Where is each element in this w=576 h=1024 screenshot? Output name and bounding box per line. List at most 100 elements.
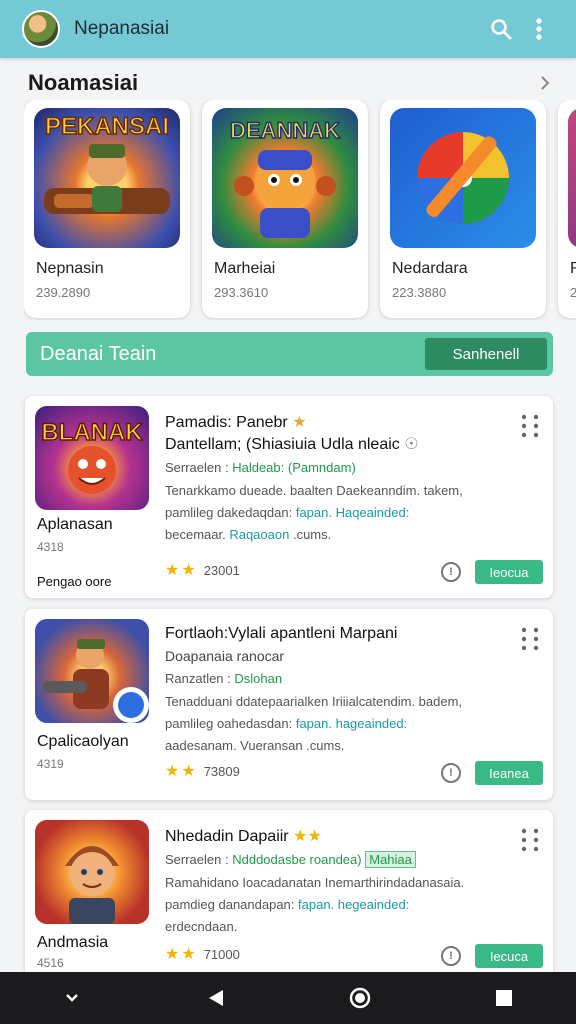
more-vertical-icon (521, 627, 539, 651)
item-description: Tenadduani ddatepaarialken Iriiialcatend… (165, 691, 513, 757)
app-thumbnail: BLANAK (35, 406, 149, 510)
featured-name: Ra (570, 260, 576, 277)
featured-card[interactable]: Nedardara 223.3880 (380, 100, 546, 318)
recents-square-icon (496, 990, 512, 1006)
banner-button[interactable]: Sanhenell (425, 338, 547, 370)
get-button[interactable]: Iecuca (475, 944, 543, 968)
back-triangle-icon (209, 990, 223, 1006)
game-avatar-icon[interactable] (22, 10, 60, 48)
item-content: Pamadis: Panebr ★ Dantellam; (Shiasiuia … (165, 412, 513, 546)
hero-art-icon: DEANNAK (229, 117, 341, 238)
star-badge-icon: ★★ (293, 828, 322, 845)
desc-line: erdecndaan. (165, 919, 238, 934)
nav-back-button[interactable] (186, 976, 246, 1020)
meta-value: Ndddodasbe roandea) (232, 852, 362, 867)
desc-line: pamdieg danandapan: fapan. hegeainded: (165, 894, 513, 916)
meta-label: Serraelen : (165, 460, 229, 475)
more-vertical-icon (521, 414, 539, 438)
list-item[interactable]: Cpalicaolyan 4319 Fortlaoh:Vylali apantl… (25, 609, 553, 800)
app-bar: Nepanasiai (0, 0, 576, 58)
app-logo-text: BLANAK (41, 419, 143, 446)
list-item[interactable]: BLANAK Aplanasan 4318 Pengao oore Pamadi… (25, 396, 553, 598)
item-subtitle: Dantellam; (Shiasiuia Udla nleaic ☉ (165, 434, 513, 456)
trophy-icon: ★ (292, 414, 307, 431)
featured-count: 223.3880 (392, 285, 447, 300)
more-vertical-icon (521, 828, 539, 852)
app-name: Andmasia (37, 934, 109, 951)
featured-count: 2 (570, 285, 576, 300)
meta-label: Ranzatlen : (165, 671, 231, 686)
meta-value: Dslohan (234, 671, 283, 686)
item-content: Nhedadin Dapaiir ★★ Serraelen : Ndddodas… (165, 826, 513, 938)
desc-text: becemaar. (165, 527, 226, 542)
desc-text: .cums. (292, 527, 332, 542)
featured-name: Nedardara (392, 260, 468, 277)
hero-art-icon (65, 846, 119, 924)
featured-art (390, 108, 536, 248)
desc-line: becemaar. Raqaoaon .cums. (165, 524, 513, 546)
home-circle-icon (349, 987, 371, 1009)
item-title: Pamadis: Panebr ★ (165, 412, 513, 434)
monster-art-icon: BLANAK (41, 418, 144, 494)
chevron-right-icon[interactable] (538, 74, 552, 92)
item-more-button[interactable] (515, 822, 545, 858)
get-button[interactable]: Ieocua (475, 560, 543, 584)
meta-tag: Mahiaa (365, 851, 416, 868)
search-icon (491, 19, 512, 40)
item-more-button[interactable] (515, 621, 545, 657)
promo-banner: Deanai Teain Sanhenell (26, 332, 553, 376)
featured-art (568, 108, 576, 248)
featured-carousel[interactable]: PEKANSAI Nepnasin 239.2890 DEANNAK Marhe… (24, 100, 576, 320)
item-rating: ★★ 71000 (165, 944, 240, 964)
item-rating: ★★ 73809 (165, 761, 240, 781)
overflow-menu-button[interactable] (520, 10, 558, 48)
star-icon: ★★ (165, 946, 198, 963)
get-button[interactable]: Ieanea (475, 761, 543, 785)
desc-text: pamdieg danandapan: (165, 897, 295, 912)
app-thumbnail (35, 619, 149, 723)
nav-recents-button[interactable] (474, 976, 534, 1020)
rating-value: 23001 (203, 562, 240, 578)
item-title-text: Pamadis: Panebr (165, 414, 288, 431)
featured-card[interactable]: Ra 2 (558, 100, 576, 318)
info-icon[interactable]: ! (441, 946, 461, 966)
desc-line: aadesanam. Vueransan .cums. (165, 738, 345, 753)
desc-line: Tenadduani ddatepaarialken Iriiialcatend… (165, 694, 463, 709)
item-description: Tenarkkamo dueade. baalten Daekeanndim. … (165, 480, 513, 546)
app-number: 4318 (37, 540, 64, 554)
desc-line: Tenarkkamo dueade. baalten Daekeanndim. … (165, 483, 463, 498)
nav-home-button[interactable] (330, 976, 390, 1020)
item-content: Fortlaoh:Vylali apantleni Marpani Doapan… (165, 623, 513, 757)
star-icon: ★★ (165, 562, 198, 579)
item-meta: Ranzatlen : Dslohan (165, 669, 513, 689)
item-description: Ramahidano Ioacadanatan Inemarthirindada… (165, 872, 513, 938)
app-number: 4319 (37, 757, 64, 771)
item-more-button[interactable] (515, 408, 545, 444)
chevron-down-icon (66, 994, 78, 1002)
meta-label: Serraelen : (165, 852, 229, 867)
swirl-logo-icon (417, 132, 509, 224)
app-name: Cpalicaolyan (37, 733, 129, 750)
rating-value: 73809 (203, 763, 240, 779)
rating-value: 71000 (203, 946, 240, 962)
desc-highlight: fapan. Haqeainded: (295, 505, 410, 520)
featured-logo-text: DEANNAK (230, 118, 340, 143)
featured-card[interactable]: PEKANSAI Nepnasin 239.2890 (24, 100, 190, 318)
item-subtitle: Doapanaia ranocar (165, 648, 285, 664)
list-item[interactable]: Andmasia 4516 Nhedadin Dapaiir ★★ Serrae… (25, 810, 553, 972)
desc-line: pamlileg dakedaqdan: fapan. Haqeainded: (165, 502, 513, 524)
desc-highlight: Raqaoaon (229, 527, 290, 542)
desc-highlight: fapan. hegeainded: (298, 897, 410, 912)
more-vertical-icon (536, 18, 542, 40)
info-icon[interactable]: ! (441, 763, 461, 783)
nav-down-button[interactable] (42, 976, 102, 1020)
featured-count: 239.2890 (36, 285, 91, 300)
search-button[interactable] (482, 10, 520, 48)
featured-count: 293.3610 (214, 285, 269, 300)
desc-line: pamlileg oahedasdan: fapan. hageainded: (165, 713, 513, 735)
app-title: Nepanasiai (74, 18, 170, 39)
info-circle-icon: ☉ (404, 436, 419, 453)
featured-card[interactable]: DEANNAK Marheiai 293.3610 (202, 100, 368, 318)
desc-highlight: fapan. hageainded: (295, 716, 408, 731)
info-icon[interactable]: ! (441, 562, 461, 582)
